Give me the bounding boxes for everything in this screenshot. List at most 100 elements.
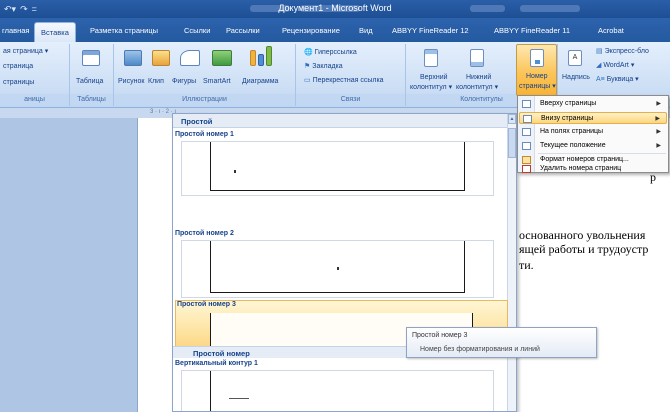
links-group-label: Связи [296,94,405,105]
cross-reference-icon: ▭ [304,77,313,84]
tab-review[interactable]: Рецензирование [282,26,340,35]
tables-group-label: Таблицы [70,94,113,105]
gallery-item-title: Простой номер 2 [175,230,234,237]
blurred-title-part [520,5,580,12]
submenu-arrow-icon: ▶ [656,129,661,135]
tab-abbyy-11[interactable]: ABBYY FineReader 11 [494,26,570,35]
page-number-gallery: Простой ▲ Простой номер 1 Простой номер … [172,113,517,412]
footer-button-label[interactable]: Нижний [466,74,491,81]
menu-item-current-position[interactable]: Текущее положение ▶ [519,140,667,152]
footer-icon[interactable] [470,49,484,67]
menu-item-bottom-of-page[interactable]: Внизу страницы ▶ [519,112,667,124]
menu-item-label: Удалить номера страниц [540,165,622,172]
tab-home[interactable]: главная [2,26,29,35]
scroll-thumb[interactable] [508,128,516,158]
gallery-item-title: Простой номер 3 [177,301,236,308]
tooltip-title: Простой номер 3 [412,332,468,339]
gallery-item-title: Простой номер 1 [175,131,234,138]
menu-item-label: Формат номеров страниц... [540,156,629,163]
current-position-icon [522,142,531,150]
page-margins-icon [522,128,531,136]
page-number-button[interactable]: Номер страницы ▾ [516,44,557,96]
table-icon[interactable] [82,50,100,66]
tables-group: Таблица Таблицы [70,44,114,106]
bookmark-button[interactable]: ⚑ Закладка [304,62,343,70]
wordart-button[interactable]: ◢ WordArt ▾ [596,61,634,69]
page-break-button[interactable]: страницы [3,79,34,86]
menu-item-page-margins[interactable]: На полях страницы ▶ [519,126,667,138]
textbox-button[interactable]: Надпись [562,74,590,81]
cross-reference-label: Перекрестная ссылка [312,77,384,84]
menu-item-label: На полях страницы [540,128,604,135]
cover-page-button[interactable]: ая страница ▾ [3,47,48,55]
page-number-icon [530,49,544,67]
cross-reference-button[interactable]: ▭ Перекрестная ссылка [304,76,384,84]
shapes-icon[interactable] [180,50,200,66]
ribbon-tabs: главная Вставка Разметка страницы Ссылки… [0,18,670,42]
header-icon[interactable] [424,49,438,67]
gallery-item-title: Вертикальный контур 1 [175,360,258,367]
gallery-category-header: Простой [173,114,510,128]
header-button-label2[interactable]: колонтитул ▾ [410,83,452,91]
quick-parts-icon: ▤ [596,48,605,55]
dropcap-label: Буквица ▾ [606,76,639,83]
gallery-item-plain-number-1[interactable] [181,141,494,196]
menu-item-top-of-page[interactable]: Вверху страницы ▶ [519,98,667,110]
bookmark-label: Закладка [312,63,343,70]
chart-icon[interactable] [250,50,256,66]
quick-parts-label: Экспресс-бло [604,48,649,55]
menu-item-label: Текущее положение [540,142,606,149]
tab-insert[interactable]: Вставка [34,22,76,42]
tab-acrobat[interactable]: Acrobat [598,26,624,35]
submenu-arrow-icon: ▶ [656,143,661,149]
shapes-button[interactable]: Фигуры [172,78,196,85]
top-of-page-icon [522,100,531,108]
pages-group: ая страница ▾ страница страницы аницы [0,44,70,106]
dropcap-button[interactable]: A≡ Буквица ▾ [596,75,639,83]
quick-parts-button[interactable]: ▤ Экспресс-бло [596,47,649,55]
gallery-tooltip: Простой номер 3 Номер без форматирования… [406,327,597,358]
hyperlink-label: Гиперссылка [314,49,357,56]
thumb-page-number [337,267,339,270]
gallery-item-vertical-outline-1[interactable] [181,370,494,411]
format-page-numbers-icon [522,156,531,164]
pages-group-label: аницы [0,94,69,105]
hyperlink-icon: 🌐 [304,49,315,56]
thumb-page-number [229,398,249,399]
thumb-page-outline [210,142,465,191]
footer-button-label2[interactable]: колонтитул ▾ [456,83,498,91]
tab-view[interactable]: Вид [359,26,373,35]
picture-button[interactable]: Рисунок [118,78,144,85]
textbox-icon[interactable]: A [568,50,582,66]
tab-abbyy-12[interactable]: ABBYY FineReader 12 [392,26,469,35]
blank-page-button[interactable]: страница [3,63,33,70]
tooltip-description: Номер без форматирования и линий [420,346,540,353]
bookmark-icon: ⚑ [304,63,313,70]
doc-text-line: основанного увольнения [519,228,646,242]
tab-references[interactable]: Ссылки [184,26,210,35]
smartart-button[interactable]: SmartArt [203,78,231,85]
header-button-label[interactable]: Верхний [420,74,448,81]
picture-icon[interactable] [124,50,142,66]
hyperlink-button[interactable]: 🌐 Гиперссылка [304,48,357,56]
page-number-label2: страницы ▾ [519,83,556,90]
smartart-icon[interactable] [212,50,232,66]
bottom-of-page-icon [523,115,532,123]
title-bar: ↶▾ ↷ = Документ1 - Microsoft Word [0,0,670,18]
menu-item-remove-page-numbers[interactable]: Удалить номера страниц [519,165,667,173]
clipart-button[interactable]: Клип [148,78,164,85]
tab-page-layout[interactable]: Разметка страницы [90,26,158,35]
chart-button[interactable]: Диаграмма [242,78,278,85]
table-button[interactable]: Таблица [76,78,103,85]
gallery-scrollbar[interactable]: ▲ [507,114,516,411]
gallery-item-plain-number-2[interactable] [181,240,494,298]
scroll-up-icon[interactable]: ▲ [508,114,516,124]
wordart-label: WordArt ▾ [603,62,635,69]
remove-page-numbers-icon [522,165,531,173]
doc-text-line: ящей работы и трудоустр [519,242,649,256]
clipart-icon[interactable] [152,50,170,66]
chart-icon-bar [266,46,272,66]
menu-item-label: Внизу страницы [541,115,594,122]
thumb-page-outline [210,371,211,411]
tab-mailings[interactable]: Рассылки [226,26,260,35]
